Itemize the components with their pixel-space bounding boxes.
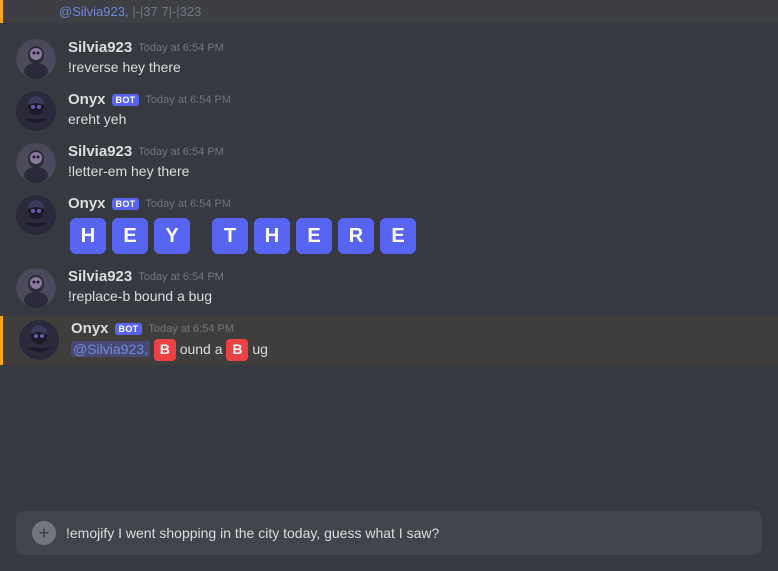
letter-box-H2: H [254, 218, 290, 254]
avatar [16, 39, 56, 79]
replaced-text: ound a [180, 341, 223, 357]
message-content: Silvia923 Today at 6:54 PM !replace-b bo… [68, 268, 762, 308]
timestamp: Today at 6:54 PM [138, 271, 224, 283]
username: Silvia923 [68, 143, 132, 160]
message-group: Silvia923 Today at 6:54 PM !replace-b bo… [0, 264, 778, 312]
message-group: Onyx BOT Today at 6:54 PM ereht yeh [0, 87, 778, 135]
message-content: Onyx BOT Today at 6:54 PM @Silvia923, B … [71, 320, 762, 361]
message-text: !letter-em hey there [68, 162, 762, 182]
chat-area: Silvia923 Today at 6:54 PM !reverse hey … [0, 27, 778, 503]
letter-box-H: H [70, 218, 106, 254]
b-replace-2: B [226, 339, 248, 361]
letter-box-R: R [338, 218, 374, 254]
bot-badge: BOT [112, 198, 140, 210]
username: Silvia923 [68, 39, 132, 56]
timestamp: Today at 6:54 PM [145, 198, 231, 210]
message-header: Silvia923 Today at 6:54 PM [68, 143, 762, 160]
username: Onyx [71, 320, 109, 337]
timestamp: Today at 6:54 PM [138, 42, 224, 54]
letter-box-T: T [212, 218, 248, 254]
bot-badge: BOT [115, 323, 143, 335]
message-header: Onyx BOT Today at 6:54 PM [68, 91, 762, 108]
notification-bar: @Silvia923, |-|37 7|-|323 [0, 0, 778, 23]
message-header: Silvia923 Today at 6:54 PM [68, 39, 762, 56]
input-box[interactable]: + !emojify I went shopping in the city t… [16, 511, 762, 555]
input-text[interactable]: !emojify I went shopping in the city tod… [66, 525, 746, 541]
message-group: Silvia923 Today at 6:54 PM !reverse hey … [0, 35, 778, 83]
message-header: Silvia923 Today at 6:54 PM [68, 268, 762, 285]
notification-text: |-|37 7|-|323 [132, 4, 201, 19]
avatar [16, 195, 56, 235]
message-content: Silvia923 Today at 6:54 PM !reverse hey … [68, 39, 762, 79]
message-content: Onyx BOT Today at 6:54 PM ereht yeh [68, 91, 762, 131]
avatar [16, 91, 56, 131]
b-replace-1: B [154, 339, 176, 361]
suffix-text: ug [252, 341, 268, 357]
message-content: Silvia923 Today at 6:54 PM !letter-em he… [68, 143, 762, 183]
message-group: Onyx BOT Today at 6:54 PM H E Y T H E R … [0, 191, 778, 260]
avatar [16, 268, 56, 308]
username: Onyx [68, 91, 106, 108]
letter-box-E3: E [380, 218, 416, 254]
avatar [16, 143, 56, 183]
message-group: Silvia923 Today at 6:54 PM !letter-em he… [0, 139, 778, 187]
add-button[interactable]: + [32, 521, 56, 545]
letter-box-E2: E [296, 218, 332, 254]
message-header: Onyx BOT Today at 6:54 PM [71, 320, 762, 337]
letter-box-Y: Y [154, 218, 190, 254]
message-text: !replace-b bound a bug [68, 287, 762, 307]
timestamp: Today at 6:54 PM [148, 323, 234, 335]
avatar [19, 320, 59, 360]
timestamp: Today at 6:54 PM [145, 94, 231, 106]
username: Onyx [68, 195, 106, 212]
message-text: ereht yeh [68, 110, 762, 130]
mention-tag: @Silvia923, [71, 341, 150, 357]
timestamp: Today at 6:54 PM [138, 146, 224, 158]
message-content: Onyx BOT Today at 6:54 PM H E Y T H E R … [68, 195, 762, 256]
letter-boxes-row: H E Y T H E R E [68, 216, 762, 256]
input-area: + !emojify I went shopping in the city t… [0, 503, 778, 571]
message-group-highlighted: Onyx BOT Today at 6:54 PM @Silvia923, B … [0, 316, 778, 365]
letter-box-E: E [112, 218, 148, 254]
username: Silvia923 [68, 268, 132, 285]
bot-badge: BOT [112, 94, 140, 106]
message-text: !reverse hey there [68, 58, 762, 78]
message-text-replaced: @Silvia923, B ound a B ug [71, 339, 762, 361]
message-header: Onyx BOT Today at 6:54 PM [68, 195, 762, 212]
notification-mention: @Silvia923, [59, 4, 129, 19]
